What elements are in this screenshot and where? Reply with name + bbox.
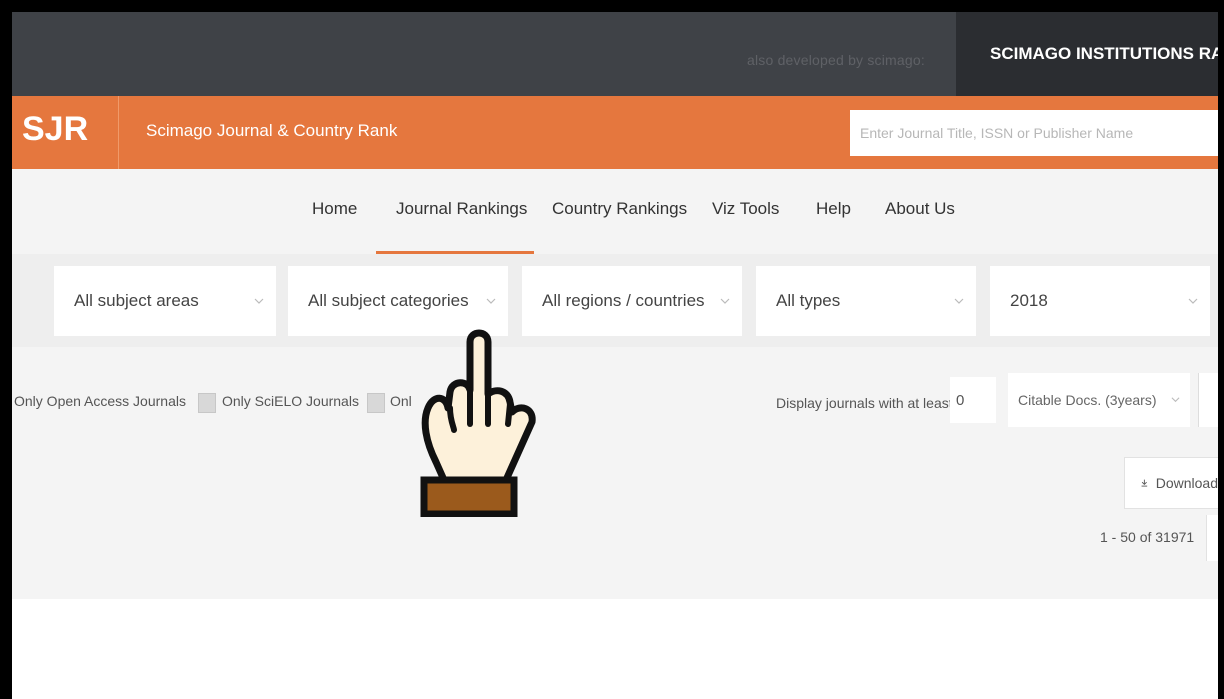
pagination-prev-button[interactable] [1206,515,1218,561]
open-access-label: Only Open Access Journals [14,393,186,409]
nav-item-viz-tools[interactable]: Viz Tools [712,199,779,219]
apply-box[interactable] [1198,373,1218,427]
citable-docs-select[interactable]: Citable Docs. (3years) [1008,373,1190,427]
year-dropdown[interactable]: 2018 [990,266,1210,336]
top-bar: also developed by scimago: SCIMAGO INSTI… [12,12,1218,96]
subject-areas-value: All subject areas [74,291,199,310]
citable-docs-value: Citable Docs. (3years) [1018,392,1157,408]
regions-dropdown[interactable]: All regions / countries [522,266,742,336]
journal-search-input[interactable] [850,110,1218,156]
nav-item-about-us[interactable]: About Us [885,199,955,219]
regions-value: All regions / countries [542,291,705,310]
page: also developed by scimago: SCIMAGO INSTI… [12,12,1218,699]
types-dropdown[interactable]: All types [756,266,976,336]
pagination-text: 1 - 50 of 31971 [1100,529,1195,545]
min-citable-input[interactable] [950,377,996,423]
nav-item-country-rankings[interactable]: Country Rankings [552,199,687,219]
scielo-label: Only SciELO Journals [222,393,359,409]
download-label: Download [1155,475,1218,491]
site-name[interactable]: Scimago Journal & Country Rank [146,121,397,141]
nav-item-help[interactable]: Help [816,199,851,219]
brand-divider [118,96,119,169]
also-developed-text: also developed by scimago: [747,52,925,68]
chevron-down-icon [1171,397,1180,403]
types-value: All types [776,291,841,310]
download-button[interactable]: Download [1124,457,1218,509]
chevron-down-icon [254,298,264,304]
nav-item-home[interactable]: Home [312,199,357,219]
scielo-checkbox[interactable] [367,393,385,413]
nav-item-journal-rankings[interactable]: Journal Rankings [396,199,527,219]
options-area: Only Open Access Journals Only SciELO Jo… [12,347,1218,599]
subject-categories-value: All subject categories [308,291,469,310]
brand-bar: SJR Scimago Journal & Country Rank [12,96,1218,169]
screenshot-frame: also developed by scimago: SCIMAGO INSTI… [0,0,1224,699]
open-access-checkbox[interactable] [198,393,216,413]
main-nav: Home Journal Rankings Country Rankings V… [12,169,1218,254]
chevron-down-icon [954,298,964,304]
filter-bar: All subject areas All subject categories… [12,254,1218,347]
download-icon [1141,479,1148,487]
sjr-logo[interactable]: SJR [22,110,88,149]
subject-areas-dropdown[interactable]: All subject areas [54,266,276,336]
year-value: 2018 [1010,291,1048,310]
scimago-institutions-label: SCIMAGO INSTITUTIONS RA [990,44,1218,63]
display-min-label: Display journals with at least [776,395,953,411]
chevron-down-icon [720,298,730,304]
chevron-down-icon [1188,298,1198,304]
scimago-institutions-link[interactable]: SCIMAGO INSTITUTIONS RA [956,12,1218,96]
pointing-hand-icon [420,329,536,517]
chevron-down-icon [486,298,496,304]
